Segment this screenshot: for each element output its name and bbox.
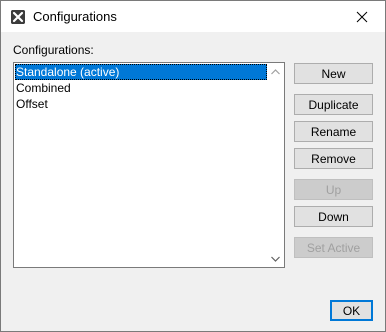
configurations-listbox[interactable]: Standalone (active) Combined Offset — [13, 62, 285, 268]
duplicate-button-label: Duplicate — [308, 97, 359, 112]
remove-button-label: Remove — [311, 151, 356, 166]
rename-button[interactable]: Rename — [294, 121, 373, 142]
vertical-scrollbar[interactable] — [267, 63, 284, 267]
down-button-label: Down — [318, 209, 349, 224]
ok-button[interactable]: OK — [330, 300, 373, 321]
app-x-icon — [10, 9, 26, 25]
rename-button-label: Rename — [310, 124, 357, 139]
list-item-offset[interactable]: Offset — [15, 96, 267, 112]
remove-button[interactable]: Remove — [294, 148, 373, 169]
list-item-combined[interactable]: Combined — [15, 80, 267, 96]
set-active-button[interactable]: Set Active — [294, 237, 373, 258]
scroll-up-arrow-icon[interactable] — [267, 63, 284, 80]
ok-button-label: OK — [342, 303, 361, 318]
set-active-button-label: Set Active — [306, 240, 361, 255]
close-button[interactable] — [339, 1, 385, 32]
new-button-label: New — [321, 66, 346, 81]
up-button[interactable]: Up — [294, 179, 373, 200]
list-item-standalone[interactable]: Standalone (active) — [15, 64, 267, 80]
window-title: Configurations — [33, 9, 117, 24]
up-button-label: Up — [325, 182, 342, 197]
configurations-dialog: Configurations Configurations: Standalon… — [0, 0, 386, 332]
close-icon — [356, 11, 368, 22]
duplicate-button[interactable]: Duplicate — [294, 94, 373, 115]
down-button[interactable]: Down — [294, 206, 373, 227]
configurations-label: Configurations: — [13, 43, 94, 57]
title-bar[interactable]: Configurations — [1, 1, 385, 32]
new-button[interactable]: New — [294, 63, 373, 84]
scroll-down-arrow-icon[interactable] — [267, 250, 284, 267]
